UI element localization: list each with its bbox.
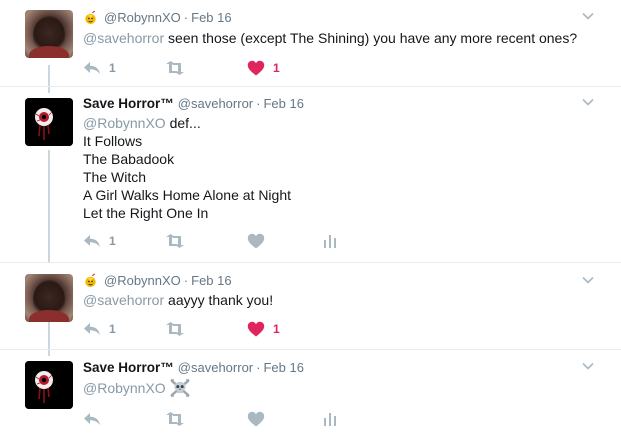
tweet-3: @RobynnXO · Feb 16 @savehorror aayyy tha… (0, 272, 621, 347)
cocktail-emoji-icon (83, 273, 98, 288)
tweet-line: It Follows (83, 133, 143, 149)
divider (0, 86, 621, 87)
tweet-2: Save Horror™ @savehorror · Feb 16 @Robyn… (0, 95, 621, 260)
mention-link[interactable]: @savehorror (83, 292, 164, 308)
retweet-button[interactable] (165, 320, 185, 338)
tweet-date[interactable]: Feb 16 (263, 360, 303, 375)
skull-crossbones-icon (170, 378, 190, 398)
like-button[interactable] (247, 232, 265, 250)
tweet-text: @RobynnXO def... It Follows The Babadook… (83, 114, 291, 222)
avatar-robynnxo[interactable] (25, 274, 73, 322)
heart-icon (247, 321, 265, 337)
reply-icon (84, 323, 100, 335)
divider (0, 349, 621, 350)
retweet-icon (166, 412, 184, 426)
avatar-savehorror[interactable] (25, 361, 73, 409)
like-button[interactable]: 1 (247, 320, 280, 338)
user-handle[interactable]: @savehorror (178, 96, 253, 111)
tweet-line: Let the Right One In (83, 205, 209, 221)
tweet-header: Save Horror™ @savehorror · Feb 16 (83, 96, 304, 111)
tweet-line: seen those (except The Shining) you have… (164, 30, 578, 46)
chevron-down-icon[interactable] (582, 12, 594, 20)
retweet-icon (166, 61, 184, 75)
like-count: 1 (273, 61, 280, 75)
user-handle[interactable]: @RobynnXO (104, 273, 181, 288)
heart-icon (247, 60, 265, 76)
retweet-icon (166, 234, 184, 248)
separator: · (183, 273, 189, 288)
retweet-icon (166, 322, 184, 336)
tweet-header: Save Horror™ @savehorror · Feb 16 (83, 360, 304, 375)
tweet-line: A Girl Walks Home Alone at Night (83, 187, 292, 203)
like-button[interactable]: 1 (247, 59, 280, 77)
display-name[interactable]: Save Horror™ (83, 96, 174, 111)
retweet-button[interactable] (165, 59, 185, 77)
mention-link[interactable]: @RobynnXO (83, 379, 166, 397)
tweet-line: The Babadook (83, 151, 175, 167)
tweet-date[interactable]: Feb 16 (191, 10, 231, 25)
reply-count: 1 (109, 61, 116, 75)
reply-button[interactable]: 1 (83, 232, 116, 250)
avatar-robynnxo[interactable] (25, 10, 73, 58)
reply-button[interactable]: 1 (83, 59, 116, 77)
analytics-icon (324, 413, 336, 426)
tweet-header: @RobynnXO · Feb 16 (83, 10, 232, 25)
tweet-line: def... (165, 115, 201, 131)
tweet-line: aayyy thank you! (164, 292, 274, 308)
tweet-header: @RobynnXO · Feb 16 (83, 273, 232, 288)
mention-link[interactable]: @savehorror (83, 30, 164, 46)
like-count: 1 (273, 322, 280, 336)
avatar-savehorror[interactable] (25, 98, 73, 146)
analytics-button[interactable] (324, 232, 336, 250)
chevron-down-icon[interactable] (582, 276, 594, 284)
mention-link[interactable]: @RobynnXO (83, 115, 166, 131)
user-handle[interactable]: @savehorror (178, 360, 253, 375)
tweet-text: @RobynnXO (83, 378, 190, 398)
chevron-down-icon[interactable] (582, 98, 594, 106)
separator: · (256, 360, 261, 375)
retweet-button[interactable] (165, 410, 185, 428)
reply-icon (84, 235, 100, 247)
user-handle[interactable]: @RobynnXO (104, 10, 181, 25)
reply-count: 1 (109, 234, 116, 248)
reply-icon (84, 413, 100, 425)
reply-count: 1 (109, 322, 116, 336)
retweet-button[interactable] (165, 232, 185, 250)
cocktail-emoji-icon (83, 10, 98, 25)
tweet-date[interactable]: Feb 16 (191, 273, 231, 288)
display-name[interactable]: Save Horror™ (83, 360, 174, 375)
tweet-text: @savehorror aayyy thank you! (83, 291, 273, 309)
tweet-date[interactable]: Feb 16 (263, 96, 303, 111)
separator: · (183, 10, 189, 25)
reply-button[interactable] (83, 410, 101, 428)
heart-icon (247, 411, 265, 427)
divider (0, 262, 621, 263)
tweet-4: Save Horror™ @savehorror · Feb 16 @Robyn… (0, 358, 621, 443)
tweet-1: @RobynnXO · Feb 16 @savehorror seen thos… (0, 8, 621, 83)
chevron-down-icon[interactable] (582, 362, 594, 370)
reply-icon (84, 62, 100, 74)
heart-icon (247, 233, 265, 249)
tweet-text: @savehorror seen those (except The Shini… (83, 29, 577, 47)
reply-button[interactable]: 1 (83, 320, 116, 338)
analytics-button[interactable] (324, 410, 336, 428)
analytics-icon (324, 235, 336, 248)
separator: · (256, 96, 261, 111)
tweet-line: The Witch (83, 169, 147, 185)
like-button[interactable] (247, 410, 265, 428)
